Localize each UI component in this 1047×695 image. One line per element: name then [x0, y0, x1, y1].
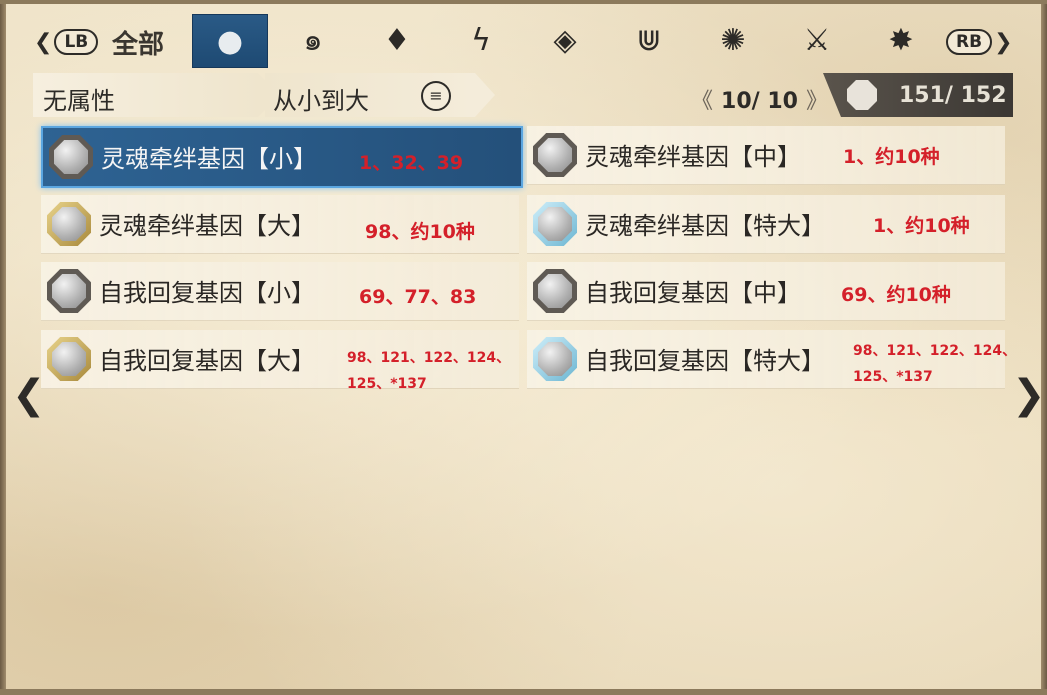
gene-note: 69、约10种 — [841, 284, 951, 306]
strength-icon: ✺ — [720, 22, 746, 58]
octagon-gem-icon — [847, 80, 877, 110]
gene-item[interactable]: 灵魂牵绊基因【大】 98、约10种 — [41, 195, 519, 254]
gene-gem-core — [54, 140, 88, 174]
chevron-left-icon: ❮ — [34, 29, 53, 55]
rb-shoulder-button[interactable]: RB ❯ — [946, 28, 1015, 56]
skill-icon: ⚔ — [803, 22, 831, 58]
element-tab-bar: ❮ LB 全部 ● ๑ ♦ ϟ ◈ ⋓ ✺ ⚔ ✸ RB ❯ — [28, 14, 1018, 68]
gene-note-line2: 125、*137 — [347, 376, 427, 392]
page-indicator: 《 10/ 10 》 — [683, 83, 836, 115]
filter-row: 无属性 从小到大 ≡ 《 10/ 10 》 151/ 152 — [33, 73, 1013, 117]
sort-label: 从小到大 — [273, 87, 369, 115]
tab-neutral[interactable]: ● — [192, 14, 268, 68]
tab-water[interactable]: ♦ — [360, 14, 434, 66]
gene-note-line2: 125、*137 — [853, 369, 933, 385]
dragon-element-icon: ⋓ — [636, 22, 662, 58]
next-page-arrow-icon[interactable]: ❯ — [1012, 372, 1046, 418]
gene-note: 1、约10种 — [843, 146, 940, 168]
gene-note: 98、约10种 — [365, 221, 475, 243]
page-next-chevron-icon[interactable]: 》 — [806, 89, 828, 114]
tab-dragon[interactable]: ⋓ — [612, 14, 686, 66]
gene-name: 灵魂牵绊基因【中】 — [585, 143, 801, 171]
tab-explosion[interactable]: ✸ — [864, 14, 938, 66]
neutral-element-icon: ● — [216, 23, 244, 59]
prev-page-arrow-icon[interactable]: ❮ — [12, 372, 46, 418]
tab-skill[interactable]: ⚔ — [780, 14, 854, 66]
gene-name: 灵魂牵绊基因【小】 — [101, 145, 317, 173]
gene-name: 自我回复基因【小】 — [99, 279, 315, 307]
gene-item[interactable]: 自我回复基因【小】 69、77、83 — [41, 262, 519, 321]
fire-element-icon: ๑ — [303, 22, 323, 58]
attribute-filter-label: 无属性 — [43, 87, 115, 115]
frame-left — [0, 0, 6, 695]
gene-note: 1、约10种 — [873, 215, 970, 237]
gene-name: 灵魂牵绊基因【特大】 — [585, 212, 825, 240]
rb-label: RB — [946, 29, 993, 55]
gene-item[interactable]: 灵魂牵绊基因【中】 1、约10种 — [527, 126, 1005, 185]
sort-selector[interactable]: 从小到大 ≡ — [265, 73, 495, 117]
gene-name: 自我回复基因【大】 — [99, 347, 315, 375]
page-prev-chevron-icon[interactable]: 《 — [691, 89, 713, 114]
frame-bottom — [0, 689, 1047, 695]
lb-shoulder-button[interactable]: ❮ LB — [32, 28, 99, 56]
explosion-icon: ✸ — [888, 22, 914, 58]
tab-thunder[interactable]: ϟ — [444, 14, 518, 66]
thunder-element-icon: ϟ — [471, 22, 491, 58]
tab-strength[interactable]: ✺ — [696, 14, 770, 66]
tab-fire[interactable]: ๑ — [276, 14, 350, 66]
frame-right — [1041, 0, 1047, 695]
tab-all[interactable]: 全部 — [112, 24, 164, 61]
gene-gem-core — [52, 274, 86, 308]
water-element-icon: ♦ — [383, 22, 411, 58]
chevron-right-icon: ❯ — [994, 29, 1013, 55]
collection-count-text: 151/ 152 — [899, 83, 1007, 108]
menu-icon[interactable]: ≡ — [421, 81, 451, 111]
tab-ice[interactable]: ◈ — [528, 14, 602, 66]
gene-item[interactable]: 自我回复基因【中】 69、约10种 — [527, 262, 1005, 321]
page-number: 10/ 10 — [721, 89, 798, 114]
gene-name: 自我回复基因【特大】 — [585, 347, 825, 375]
gene-note: 1、32、39 — [359, 152, 464, 174]
gene-gem-core — [52, 342, 86, 376]
gene-note-line1: 98、121、122、124、 — [853, 343, 1017, 359]
gene-name: 灵魂牵绊基因【大】 — [99, 212, 315, 240]
gene-item[interactable]: 自我回复基因【特大】 98、121、122、124、 125、*137 — [527, 330, 1016, 389]
gene-note-line1: 98、121、122、124、 — [347, 350, 511, 366]
ice-element-icon: ◈ — [553, 22, 577, 58]
lb-label: LB — [54, 29, 99, 55]
frame-top — [0, 0, 1047, 4]
gene-item[interactable]: 自我回复基因【大】 98、121、122、124、 125、*137 — [41, 330, 519, 392]
attribute-filter[interactable]: 无属性 — [33, 73, 280, 117]
gene-item[interactable]: 灵魂牵绊基因【小】 1、32、39 — [41, 126, 523, 188]
gene-name: 自我回复基因【中】 — [585, 279, 801, 307]
collection-count: 151/ 152 — [823, 73, 1013, 117]
gene-item[interactable]: 灵魂牵绊基因【特大】 1、约10种 — [527, 195, 1005, 254]
gene-note: 69、77、83 — [359, 286, 477, 308]
gene-gem-core — [52, 207, 86, 241]
